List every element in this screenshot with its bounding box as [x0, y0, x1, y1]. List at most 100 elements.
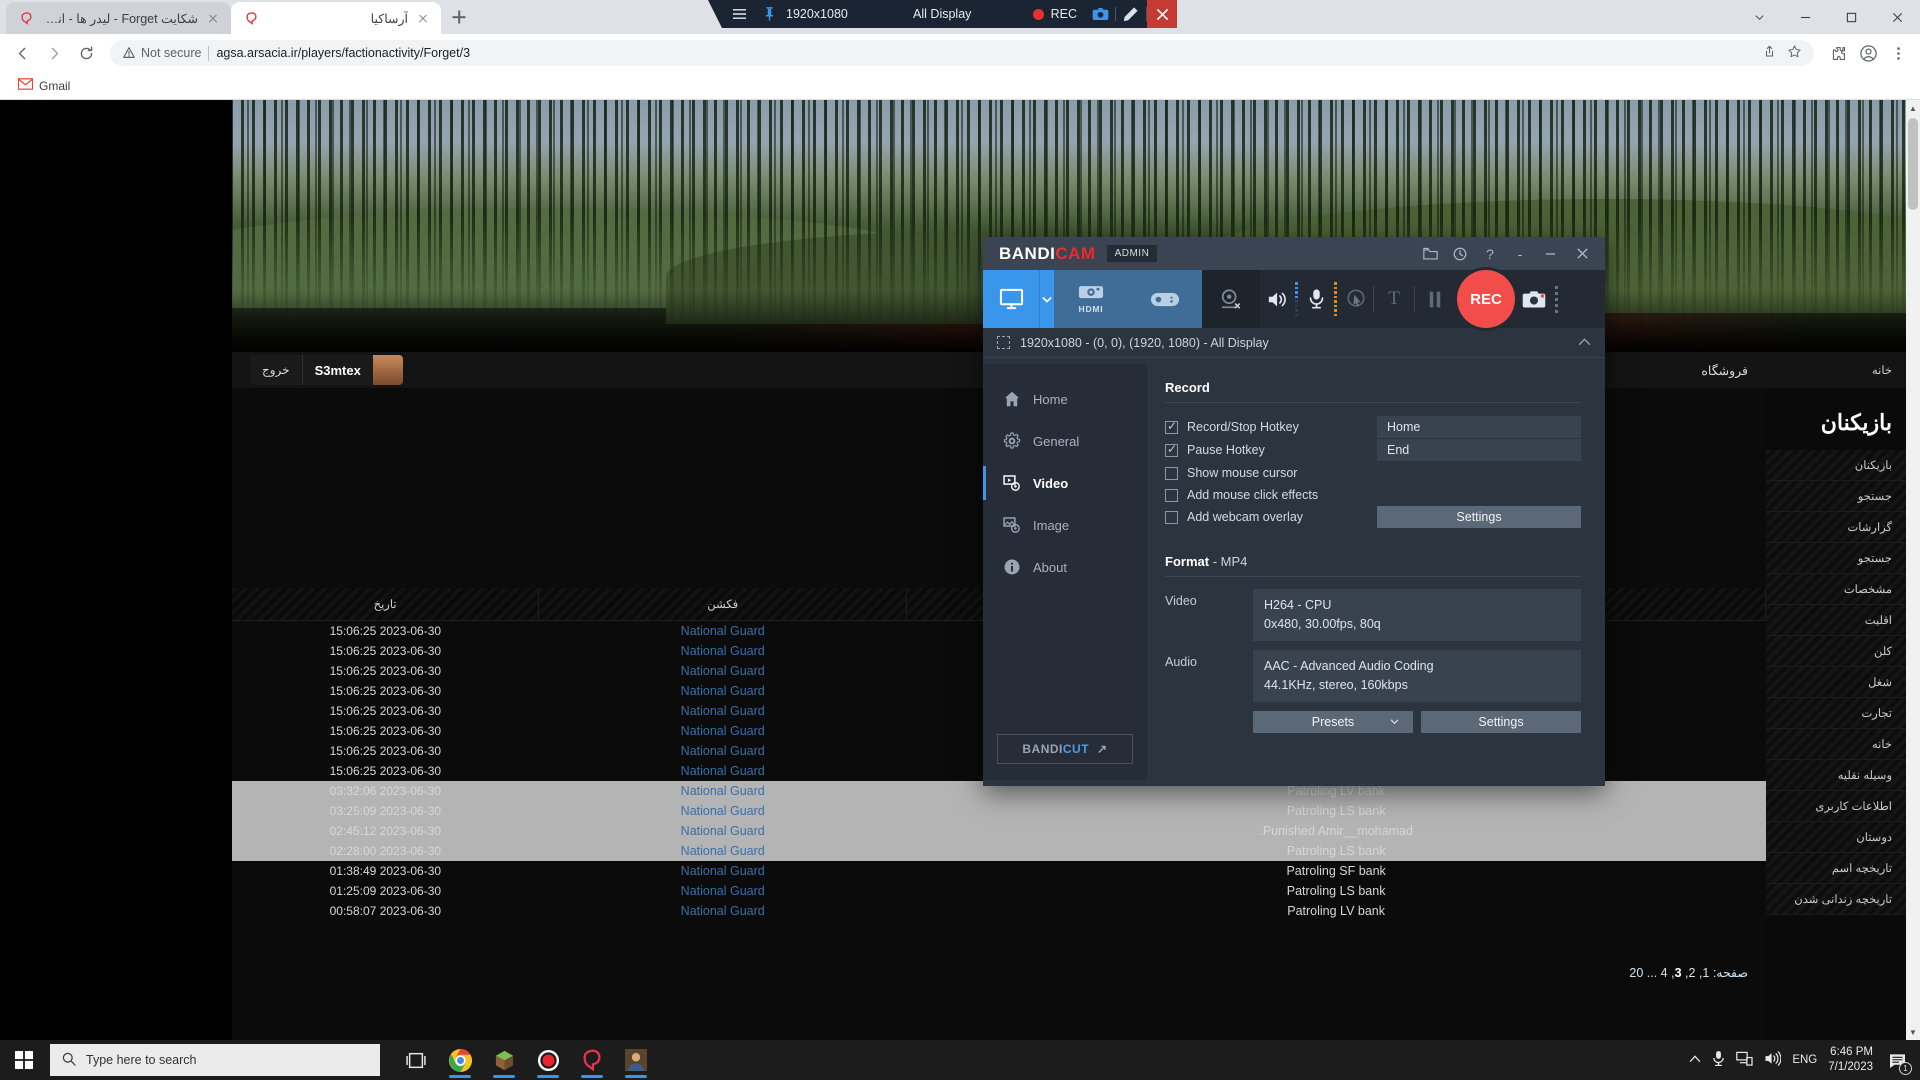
checkbox[interactable] — [1165, 442, 1178, 457]
sidebar-item-7[interactable]: شغل — [1766, 667, 1906, 698]
cell-faction[interactable]: National Guard — [539, 761, 907, 781]
pagination-page-2[interactable]: 2 — [1688, 966, 1695, 980]
cell-faction[interactable]: National Guard — [538, 801, 907, 821]
forward-button[interactable] — [40, 39, 68, 67]
mouse-cursor-icon[interactable] — [1338, 270, 1373, 328]
sidebar-item-11[interactable]: اطلاعات کاربری — [1766, 791, 1906, 822]
checkbox[interactable] — [1165, 488, 1178, 502]
cell-faction[interactable]: National Guard — [538, 841, 907, 861]
audio-codec-box[interactable]: AAC - Advanced Audio Coding 44.1KHz, ste… — [1253, 650, 1581, 702]
sidebar-item-3[interactable]: جستجو — [1766, 543, 1906, 574]
volume-icon[interactable] — [1764, 1051, 1782, 1069]
sidebar-item-13[interactable]: تاریخچه اسم — [1766, 853, 1906, 884]
screenshot-camera-icon[interactable] — [1515, 270, 1553, 328]
record-option-0[interactable]: Record/Stop Hotkey — [1165, 416, 1365, 438]
sidebar-item-8[interactable]: تجارت — [1766, 698, 1906, 729]
shrink-button[interactable]: - — [1505, 237, 1535, 270]
share-icon[interactable] — [1762, 44, 1777, 62]
bookmark-gmail[interactable]: Gmail — [12, 75, 76, 96]
chrome-icon[interactable] — [440, 1040, 480, 1080]
reload-button[interactable] — [72, 39, 100, 67]
back-button[interactable] — [8, 39, 36, 67]
sidebar-item-5[interactable]: اقلیت — [1766, 605, 1906, 636]
game-recording-mode-button[interactable] — [1128, 270, 1202, 328]
hdmi-recording-mode-button[interactable]: HDMI — [1054, 270, 1128, 328]
network-icon[interactable] — [1736, 1051, 1753, 1069]
scrollbar-thumb[interactable] — [1908, 118, 1918, 210]
scroll-down-icon[interactable]: ▼ — [1906, 1024, 1920, 1040]
sidebar-item-12[interactable]: دوستان — [1766, 822, 1906, 853]
task-view-icon[interactable] — [396, 1040, 436, 1080]
record-option-control-1[interactable]: End — [1377, 439, 1581, 461]
browser-tab-1[interactable]: شکایت Forget - لیدر ها - انجمن آر — [6, 2, 231, 34]
user-account-box[interactable]: S3mtex خروج — [250, 355, 403, 385]
bandicam-title-bar[interactable]: BANDICAM ADMIN ? - — [983, 237, 1605, 270]
chevron-up-icon[interactable] — [1578, 337, 1591, 349]
notification-center-icon[interactable]: 1 — [1884, 1045, 1912, 1075]
windows-start-icon[interactable] — [0, 1040, 48, 1080]
scroll-up-icon[interactable]: ▲ — [1906, 100, 1920, 116]
close-icon[interactable] — [205, 10, 221, 26]
format-settings-button[interactable]: Settings — [1421, 711, 1581, 733]
overlay-rec-button[interactable]: REC — [1025, 0, 1085, 28]
hamburger-icon[interactable] — [722, 0, 756, 28]
extensions-puzzle-icon[interactable] — [1824, 39, 1852, 67]
record-option-control-0[interactable]: Home — [1377, 416, 1581, 438]
pin-icon[interactable] — [756, 0, 782, 28]
pagination-pages[interactable]: 1, 2, 3, 4 ... 20 — [1629, 966, 1709, 980]
scrollbar-track[interactable] — [1906, 116, 1920, 1024]
chevron-up-icon[interactable] — [1689, 1054, 1701, 1066]
sidebar-item-about[interactable]: About — [983, 546, 1147, 588]
screen-mode-chevron-down-icon[interactable] — [1039, 270, 1054, 328]
microphone-icon[interactable] — [1299, 270, 1334, 328]
minecraft-icon[interactable] — [484, 1040, 524, 1080]
bandicam-target-bar[interactable]: 1920x1080 - (0, 0), (1920, 1080) - All D… — [983, 328, 1605, 358]
checkbox[interactable] — [1165, 510, 1178, 524]
record-option-1[interactable]: Pause Hotkey — [1165, 439, 1365, 461]
record-option-control-4[interactable]: Settings — [1377, 506, 1581, 528]
screen-recording-mode-button[interactable] — [983, 270, 1039, 328]
cell-faction[interactable]: National Guard — [538, 821, 907, 841]
logout-button[interactable]: خروج — [250, 355, 302, 385]
browser-tab-2[interactable]: آرساکیا — [231, 2, 441, 34]
cell-faction[interactable]: National Guard — [538, 781, 907, 801]
checkbox[interactable] — [1165, 466, 1178, 480]
sidebar-item-6[interactable]: کلن — [1766, 636, 1906, 667]
security-indicator[interactable]: Not secure — [122, 46, 201, 60]
cell-faction[interactable]: National Guard — [539, 861, 907, 881]
close-icon[interactable] — [415, 10, 431, 26]
microphone-icon[interactable] — [1712, 1050, 1725, 1070]
bandicut-promo-button[interactable]: BANDICUT ↗ — [997, 734, 1133, 764]
pencil-icon[interactable] — [1116, 0, 1146, 28]
kebab-menu-icon[interactable] — [1884, 39, 1912, 67]
sidebar-item-10[interactable]: وسیله نقلیه — [1766, 760, 1906, 791]
shop-link[interactable]: فروشگاه — [1701, 363, 1748, 378]
address-bar[interactable]: Not secure agsa.arsacia.ir/players/facti… — [110, 40, 1814, 66]
search-input[interactable]: Type here to search — [50, 1044, 380, 1076]
checkbox[interactable] — [1165, 419, 1178, 434]
account-icon[interactable] — [1854, 39, 1882, 67]
profile-chevron-icon[interactable] — [1736, 0, 1782, 34]
toolbar-grip-handle[interactable] — [1553, 270, 1559, 328]
pagination-page-4[interactable]: 4 — [1661, 966, 1668, 980]
cell-faction[interactable]: National Guard — [539, 741, 907, 761]
text-overlay-button[interactable]: T — [1374, 270, 1414, 328]
minimize-button[interactable] — [1535, 237, 1565, 270]
pagination-page-1[interactable]: 1 — [1702, 966, 1709, 980]
camera-icon[interactable] — [1085, 0, 1115, 28]
cell-faction[interactable]: National Guard — [539, 621, 907, 642]
pause-icon[interactable] — [1415, 270, 1455, 328]
cell-faction[interactable]: National Guard — [539, 701, 907, 721]
folder-icon[interactable] — [1415, 237, 1445, 270]
cell-faction[interactable]: National Guard — [539, 681, 907, 701]
close-button[interactable] — [1565, 237, 1599, 270]
rec-button[interactable]: REC — [1457, 270, 1515, 328]
column-header-date[interactable]: تاریخ — [232, 588, 540, 621]
overlay-close-button[interactable] — [1147, 0, 1177, 28]
close-window-button[interactable] — [1874, 0, 1920, 34]
sidebar-item-home[interactable]: خانه — [1766, 352, 1906, 388]
page-scrollbar[interactable]: ▲ ▼ — [1906, 100, 1920, 1040]
star-icon[interactable] — [1787, 44, 1802, 62]
language-indicator[interactable]: ENG — [1792, 1054, 1817, 1066]
sidebar-item-general[interactable]: General — [983, 420, 1147, 462]
